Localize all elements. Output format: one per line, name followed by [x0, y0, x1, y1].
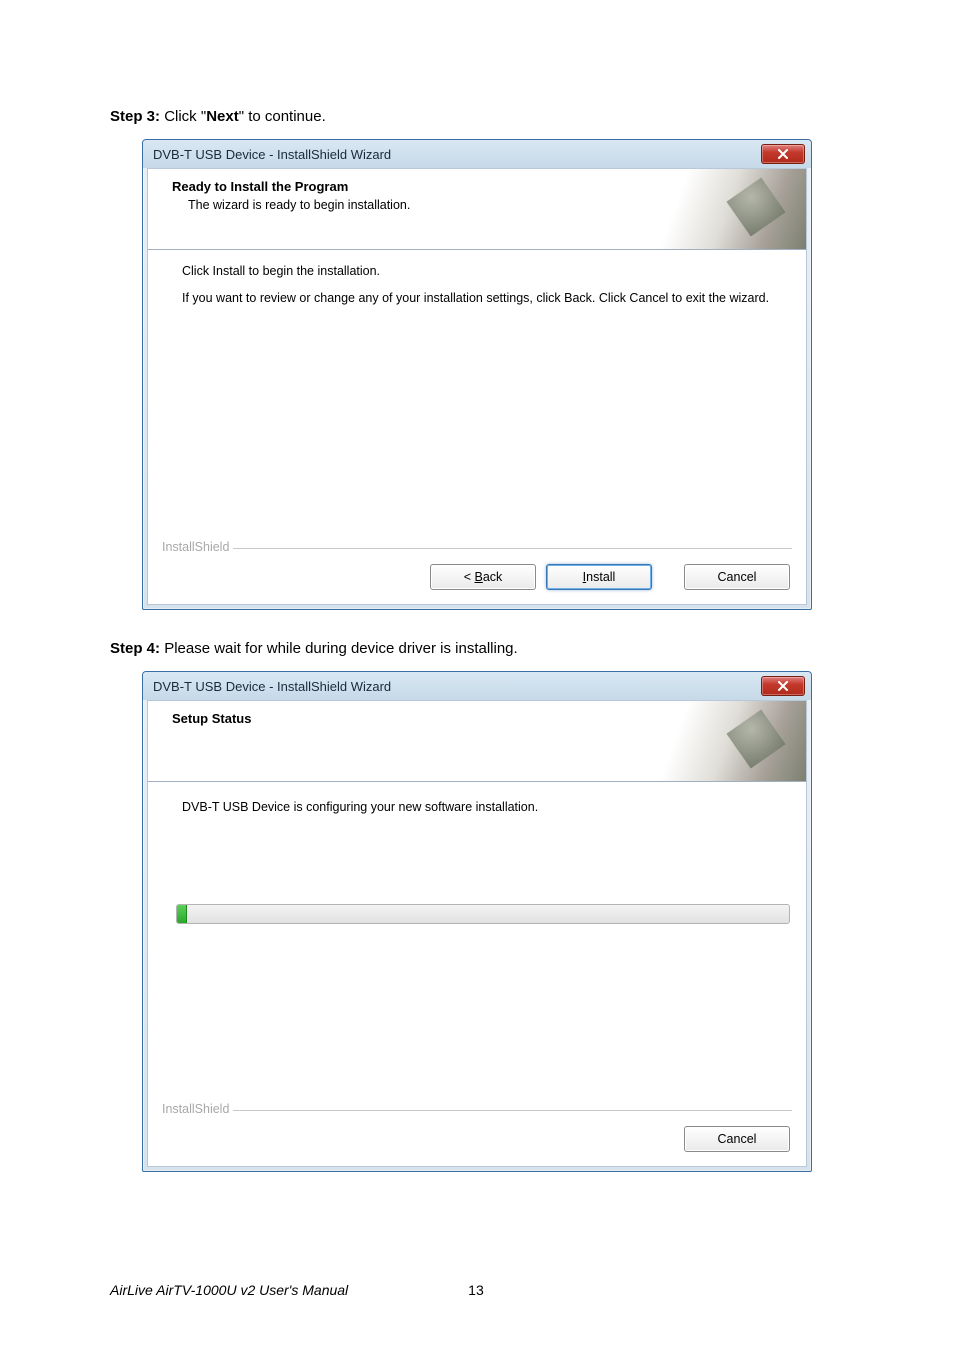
- installshield-brand: InstallShield: [158, 540, 233, 554]
- cancel-button[interactable]: Cancel: [684, 564, 790, 590]
- progress-fill: [177, 905, 187, 923]
- dialog-footer: InstallShield Cancel: [147, 1102, 807, 1167]
- page-footer: AirLive AirTV-1000U v2 User's Manual 13: [110, 1282, 844, 1298]
- button-row: Cancel: [160, 1126, 790, 1152]
- step3-caption: Step 3: Click "Next" to continue.: [110, 108, 844, 125]
- window-title: DVB-T USB Device - InstallShield Wizard: [153, 147, 761, 162]
- cancel-button[interactable]: Cancel: [684, 1126, 790, 1152]
- window-title: DVB-T USB Device - InstallShield Wizard: [153, 679, 761, 694]
- close-icon: [777, 149, 789, 159]
- cancel-button-label: Cancel: [718, 1132, 757, 1146]
- step3-mid2: " to continue.: [239, 108, 326, 125]
- dialog-footer: InstallShield < Back Install Cancel: [147, 540, 807, 605]
- install-button[interactable]: Install: [546, 564, 652, 590]
- setup-status-dialog: DVB-T USB Device - InstallShield Wizard …: [142, 671, 812, 1172]
- step4-caption: Step 4: Please wait for while during dev…: [110, 640, 844, 657]
- button-row: < Back Install Cancel: [160, 564, 790, 590]
- install-ready-dialog: DVB-T USB Device - InstallShield Wizard …: [142, 139, 812, 610]
- dialog-body: Click Install to begin the installation.…: [147, 250, 807, 540]
- dialog-header: Setup Status: [147, 700, 807, 782]
- dialog-header: Ready to Install the Program The wizard …: [147, 168, 807, 250]
- progress-bar: [176, 904, 790, 924]
- step3-bold: Next: [206, 108, 239, 125]
- cancel-button-label: Cancel: [718, 570, 757, 584]
- step3-mid1: Click ": [164, 108, 206, 125]
- header-graphic: [626, 169, 806, 249]
- body-line-1: DVB-T USB Device is configuring your new…: [182, 800, 788, 814]
- install-button-label: Install: [583, 570, 616, 584]
- body-line-1: Click Install to begin the installation.: [182, 264, 788, 278]
- body-line-2: If you want to review or change any of y…: [182, 290, 788, 307]
- step4-prefix: Step 4:: [110, 640, 164, 657]
- close-button[interactable]: [761, 144, 805, 164]
- back-button-label: < Back: [464, 570, 503, 584]
- header-graphic: [626, 701, 806, 781]
- footer-divider: [160, 1110, 792, 1111]
- close-icon: [777, 681, 789, 691]
- close-button[interactable]: [761, 676, 805, 696]
- document-page: Step 3: Click "Next" to continue. DVB-T …: [0, 0, 954, 1350]
- manual-title: AirLive AirTV-1000U v2 User's Manual: [110, 1282, 348, 1298]
- titlebar: DVB-T USB Device - InstallShield Wizard: [143, 140, 811, 168]
- installshield-brand: InstallShield: [158, 1102, 233, 1116]
- titlebar: DVB-T USB Device - InstallShield Wizard: [143, 672, 811, 700]
- back-button[interactable]: < Back: [430, 564, 536, 590]
- page-number: 13: [468, 1282, 484, 1298]
- dialog-body: DVB-T USB Device is configuring your new…: [147, 782, 807, 1102]
- footer-divider: [160, 548, 792, 549]
- step3-prefix: Step 3:: [110, 108, 164, 125]
- step4-rest: Please wait for while during device driv…: [164, 640, 518, 657]
